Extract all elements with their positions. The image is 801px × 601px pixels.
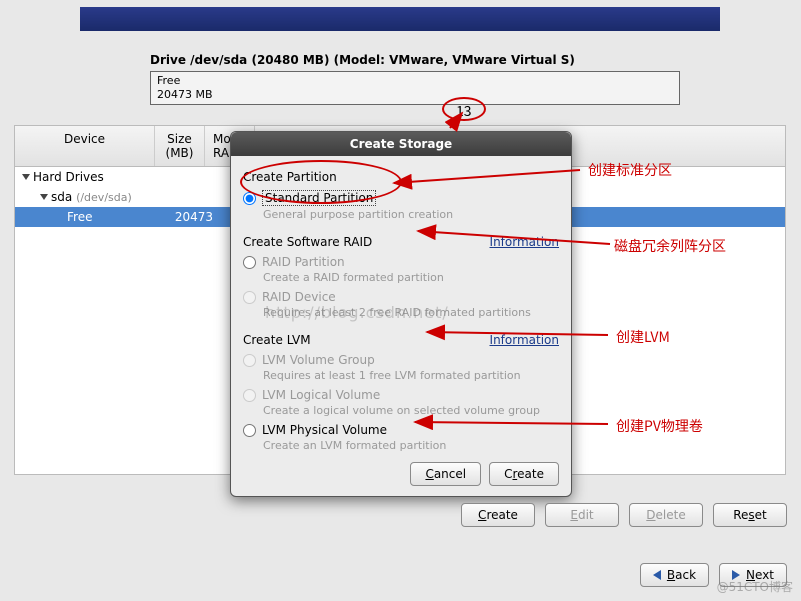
- corner-watermark: @51CTO博客: [717, 578, 793, 595]
- annotation-arrows: [0, 0, 801, 601]
- annotation-ellipse-standard: [240, 160, 402, 204]
